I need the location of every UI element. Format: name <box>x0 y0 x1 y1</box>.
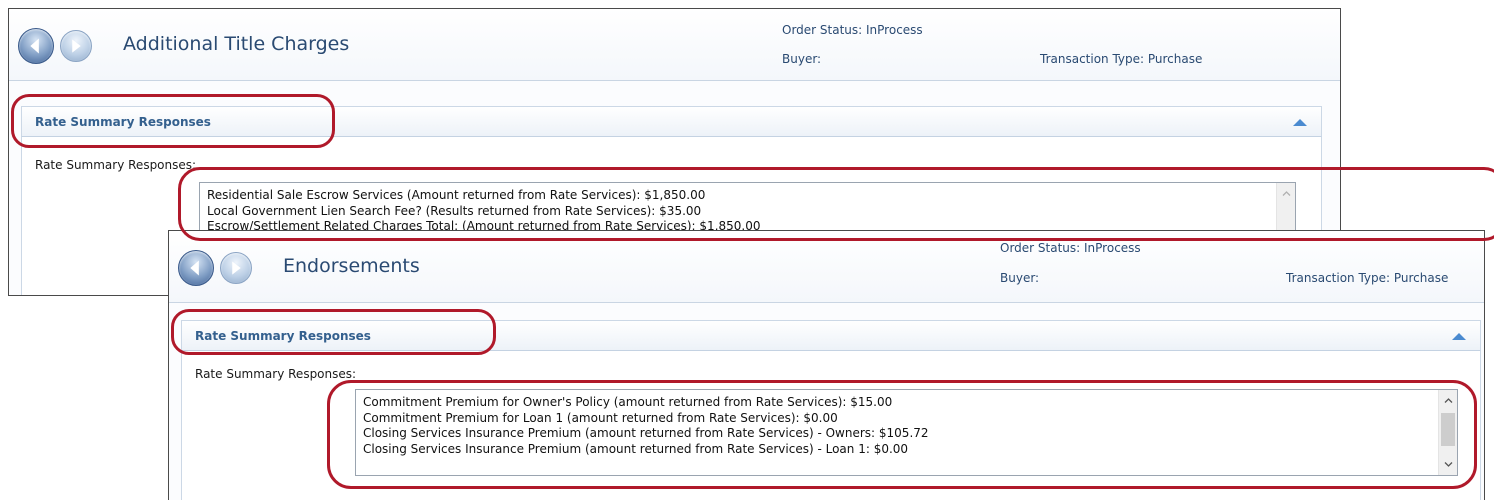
page-title: Endorsements <box>283 255 420 277</box>
response-line: Local Government Lien Search Fee? (Resul… <box>207 203 702 218</box>
page-title: Additional Title Charges <box>123 33 350 55</box>
rate-summary-section-body: Rate Summary Responses: Commitment Premi… <box>181 351 1481 500</box>
scroll-up-icon[interactable] <box>1282 189 1291 198</box>
rate-summary-textarea[interactable]: Commitment Premium for Owner's Policy (a… <box>355 389 1458 476</box>
response-line: Commitment Premium for Owner's Policy (a… <box>363 395 893 409</box>
collapse-up-icon[interactable] <box>1452 333 1466 340</box>
rate-summary-label: Rate Summary Responses: <box>195 367 357 381</box>
rate-summary-label: Rate Summary Responses: <box>35 158 197 172</box>
response-line: Closing Services Insurance Premium (amou… <box>363 441 909 456</box>
response-line: Residential Sale Escrow Services (Amount… <box>207 188 706 202</box>
arrow-right-icon <box>72 39 81 53</box>
rate-summary-section-header[interactable]: Rate Summary Responses <box>21 106 1322 137</box>
scroll-up-icon[interactable] <box>1444 396 1453 405</box>
forward-button[interactable] <box>60 30 92 62</box>
order-status: Order Status: InProcess <box>782 23 923 37</box>
rate-summary-section-header[interactable]: Rate Summary Responses <box>181 320 1481 351</box>
panel-header: Endorsements Order Status: InProcess Buy… <box>169 231 1484 303</box>
section-title: Rate Summary Responses <box>35 115 211 129</box>
scroll-down-icon[interactable] <box>1444 460 1453 469</box>
collapse-up-icon[interactable] <box>1293 119 1307 126</box>
scrollbar-thumb[interactable] <box>1441 413 1455 446</box>
forward-button[interactable] <box>220 252 252 284</box>
panel-header: Additional Title Charges Order Status: I… <box>9 9 1340 81</box>
order-status: Order Status: InProcess <box>1000 241 1141 255</box>
response-line: Commitment Premium for Loan 1 (amount re… <box>363 410 838 425</box>
response-line: Closing Services Insurance Premium (amou… <box>363 426 929 441</box>
section-title: Rate Summary Responses <box>195 329 371 343</box>
endorsements-panel: Endorsements Order Status: InProcess Buy… <box>168 230 1485 500</box>
arrow-left-icon <box>30 38 39 54</box>
transaction-type: Transaction Type: Purchase <box>1040 52 1203 66</box>
back-button[interactable] <box>18 28 54 64</box>
buyer-label: Buyer: <box>1000 271 1040 285</box>
buyer-label: Buyer: <box>782 52 822 66</box>
transaction-type: Transaction Type: Purchase <box>1286 271 1449 285</box>
arrow-left-icon <box>190 260 199 276</box>
vertical-scrollbar[interactable] <box>1438 390 1457 475</box>
back-button[interactable] <box>178 250 214 286</box>
arrow-right-icon <box>232 261 241 275</box>
